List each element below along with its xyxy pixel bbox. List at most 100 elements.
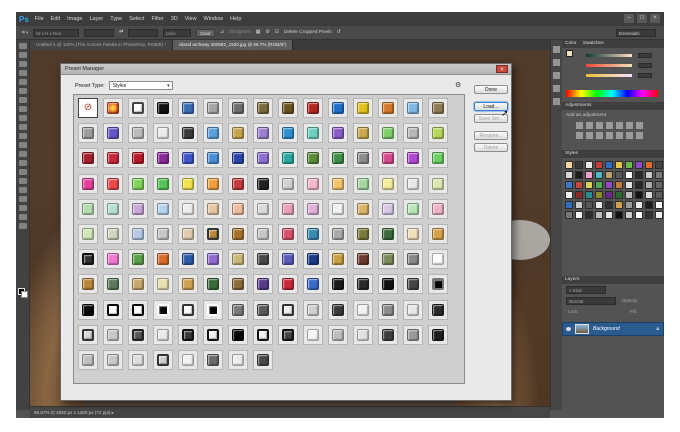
styles-panel-title[interactable]: Styles — [562, 150, 664, 158]
preset-style-item[interactable] — [378, 148, 398, 169]
style-swatch[interactable] — [565, 181, 573, 189]
preset-style-item[interactable] — [428, 98, 448, 118]
style-swatch[interactable] — [605, 201, 613, 209]
style-swatch[interactable] — [595, 161, 603, 169]
style-swatch[interactable] — [585, 171, 593, 179]
style-swatch[interactable] — [565, 161, 573, 169]
preset-style-item[interactable] — [203, 148, 223, 169]
stamp-tool-icon[interactable] — [18, 115, 27, 121]
style-swatch[interactable] — [575, 201, 583, 209]
style-swatch[interactable] — [595, 181, 603, 189]
preset-style-item[interactable] — [103, 249, 123, 270]
gradient-map-icon[interactable] — [636, 132, 643, 139]
preset-style-item[interactable] — [128, 123, 148, 144]
maximize-icon[interactable]: □ — [637, 14, 647, 23]
preset-style-item[interactable] — [428, 299, 448, 320]
preset-style-item[interactable] — [378, 324, 398, 345]
preset-style-item[interactable] — [278, 299, 298, 320]
preset-style-item[interactable] — [203, 223, 223, 244]
preset-style-item[interactable] — [153, 324, 173, 345]
preset-style-item[interactable] — [253, 173, 273, 194]
preset-style-item[interactable] — [353, 299, 373, 320]
preset-style-item[interactable] — [353, 173, 373, 194]
preset-style-item[interactable] — [128, 349, 148, 370]
menu-edit[interactable]: Edit — [51, 16, 60, 22]
preset-style-item[interactable] — [378, 223, 398, 244]
preset-style-item[interactable] — [128, 299, 148, 320]
layer-filter-kind[interactable]: ⌕ Kind — [566, 286, 606, 294]
preset-style-item[interactable] — [153, 223, 173, 244]
preset-style-item[interactable] — [178, 198, 198, 219]
preset-style-item[interactable] — [428, 173, 448, 194]
style-swatch[interactable] — [625, 191, 633, 199]
preset-style-item[interactable] — [128, 274, 148, 295]
dodge-tool-icon[interactable] — [18, 160, 27, 166]
preset-style-item[interactable] — [178, 324, 198, 345]
style-swatch[interactable] — [605, 191, 613, 199]
menu-filter[interactable]: Filter — [151, 16, 163, 22]
menu-image[interactable]: Image — [67, 16, 82, 22]
preset-style-item[interactable] — [78, 223, 98, 244]
style-swatch[interactable] — [605, 181, 613, 189]
style-swatch[interactable] — [605, 171, 613, 179]
properties-panel-icon[interactable] — [553, 59, 560, 66]
paragraph-panel-icon[interactable] — [553, 85, 560, 92]
preset-style-item[interactable] — [153, 173, 173, 194]
style-swatch[interactable] — [625, 211, 633, 219]
preset-style-item[interactable] — [278, 123, 298, 144]
preset-style-item[interactable] — [103, 123, 123, 144]
preset-style-item[interactable] — [253, 324, 273, 345]
preset-style-item[interactable] — [253, 123, 273, 144]
preset-style-item[interactable] — [353, 223, 373, 244]
photo-filter-icon[interactable] — [586, 132, 593, 139]
preset-style-item[interactable] — [403, 173, 423, 194]
preset-style-item[interactable] — [328, 223, 348, 244]
brush-tool-icon[interactable] — [18, 106, 27, 112]
style-swatch[interactable] — [605, 161, 613, 169]
preset-style-item[interactable] — [428, 148, 448, 169]
width-field[interactable] — [84, 28, 115, 37]
preset-style-item[interactable] — [178, 98, 198, 118]
reset-icon[interactable]: ↺ — [337, 30, 341, 35]
preset-type-select[interactable]: Styles — [108, 81, 173, 90]
preset-style-item[interactable] — [103, 223, 123, 244]
preset-style-item[interactable] — [103, 349, 123, 370]
preset-style-item[interactable] — [203, 349, 223, 370]
menu-help[interactable]: Help — [230, 16, 241, 22]
preset-style-item[interactable] — [353, 148, 373, 169]
preset-style-item[interactable] — [353, 249, 373, 270]
done-button[interactable]: Done — [474, 85, 508, 94]
preset-style-item[interactable] — [78, 173, 98, 194]
style-swatch[interactable] — [635, 191, 643, 199]
menu-window[interactable]: Window — [204, 16, 224, 22]
move-tool-icon[interactable] — [18, 43, 27, 49]
style-swatch[interactable] — [625, 161, 633, 169]
menu-layer[interactable]: Layer — [89, 16, 103, 22]
style-swatch[interactable] — [615, 201, 623, 209]
preset-style-item[interactable] — [103, 274, 123, 295]
preset-style-item[interactable] — [103, 148, 123, 169]
preset-style-item[interactable] — [303, 249, 323, 270]
preset-style-item[interactable] — [253, 274, 273, 295]
levels-icon[interactable] — [586, 122, 593, 129]
style-swatch[interactable] — [625, 201, 633, 209]
style-swatch[interactable] — [605, 211, 613, 219]
menu-select[interactable]: Select — [129, 16, 144, 22]
preset-style-item[interactable] — [328, 299, 348, 320]
preset-style-item[interactable] — [303, 223, 323, 244]
gradient-tool-icon[interactable] — [18, 142, 27, 148]
tab-island-archway[interactable]: island archway 300582_1920.jpg @ 66.7% (… — [173, 40, 294, 50]
settings-gear-icon[interactable]: ⚙ — [265, 30, 269, 35]
style-swatch[interactable] — [625, 171, 633, 179]
style-swatch[interactable] — [655, 201, 663, 209]
green-slider[interactable] — [586, 64, 632, 67]
brightness-icon[interactable] — [576, 122, 583, 129]
tab-color[interactable]: Color — [565, 41, 576, 46]
preset-style-item[interactable] — [253, 98, 273, 118]
preset-style-item[interactable] — [178, 349, 198, 370]
preset-style-item[interactable] — [328, 198, 348, 219]
minimize-icon[interactable]: – — [624, 14, 634, 23]
blur-tool-icon[interactable] — [18, 151, 27, 157]
pen-tool-icon[interactable] — [18, 169, 27, 175]
preset-style-item[interactable] — [78, 349, 98, 370]
